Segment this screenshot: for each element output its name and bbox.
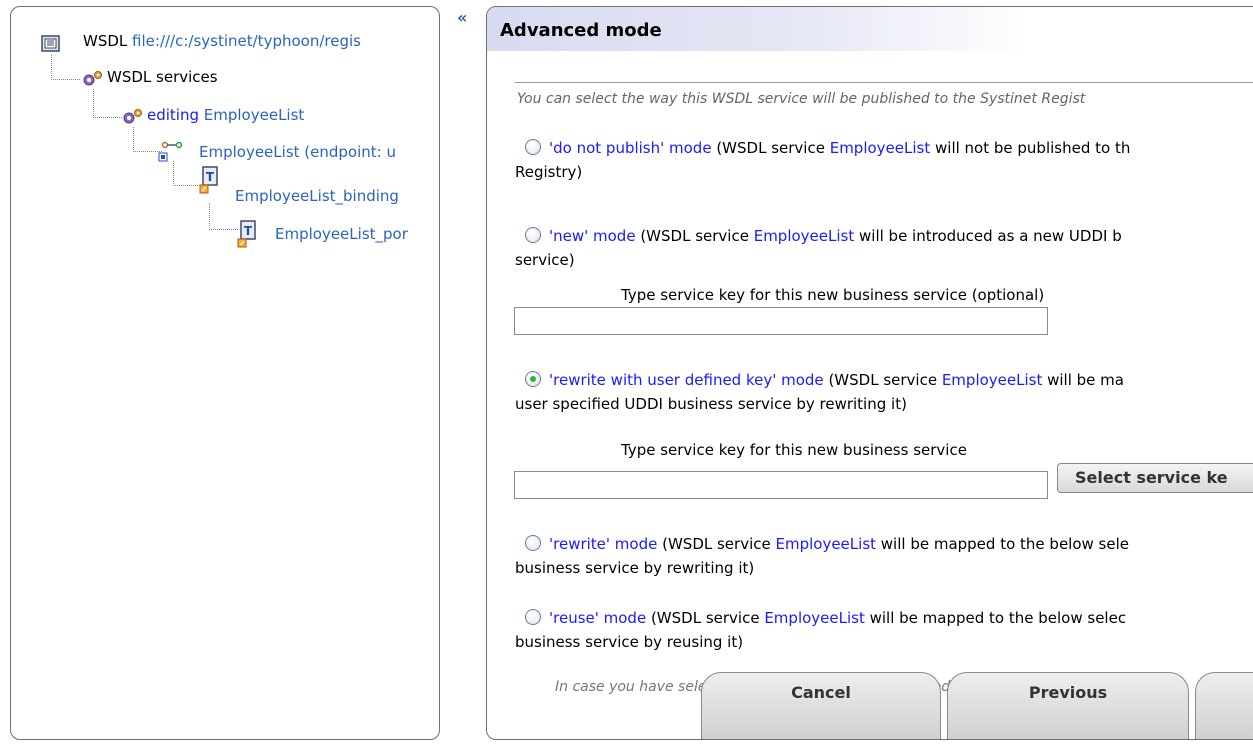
tree-port-label[interactable]: EmployeeList_por <box>275 225 408 243</box>
intro-text: You can select the way this WSDL service… <box>517 91 1086 107</box>
tree-editing-service[interactable]: editing EmployeeList <box>147 104 304 126</box>
option-text-line2: Registry) <box>515 163 583 181</box>
tree-connector <box>173 161 200 186</box>
mode-link[interactable]: 'rewrite with user defined key' mode <box>549 371 824 389</box>
service-name-link[interactable]: EmployeeList <box>776 535 877 553</box>
option-text: (WSDL service <box>646 609 765 627</box>
option-rewrite: 'rewrite' mode (WSDL service EmployeeLis… <box>515 532 1253 580</box>
tree-editing-prefix: editing <box>147 106 199 124</box>
binding-t-icon: T <box>199 165 219 199</box>
option-rewrite-user-key: 'rewrite with user defined key' mode (WS… <box>515 368 1253 416</box>
divider <box>515 82 1253 83</box>
port-t-icon: T <box>237 219 257 253</box>
tree-binding-label[interactable]: EmployeeList_binding <box>235 187 399 205</box>
tree-root-link[interactable]: file:///c:/systinet/typhoon/regis <box>132 32 361 50</box>
option-text: will be mapped to the below sele <box>876 535 1129 553</box>
option-new: 'new' mode (WSDL service EmployeeList wi… <box>515 224 1253 272</box>
new-key-label: Type service key for this new business s… <box>621 286 1045 304</box>
option-text: will be ma <box>1042 371 1124 389</box>
mode-link[interactable]: 'new' mode <box>549 227 636 245</box>
tree-connector <box>51 55 80 80</box>
service-gear-icon <box>121 107 143 129</box>
tree-services-label: WSDL services <box>107 68 218 86</box>
option-text: (WSDL service <box>711 139 830 157</box>
next-button[interactable] <box>1195 672 1253 739</box>
option-text-line2: business service by reusing it) <box>515 633 744 651</box>
tree-connector <box>209 203 238 230</box>
option-text: (WSDL service <box>635 227 754 245</box>
mode-link[interactable]: 'reuse' mode <box>549 609 646 627</box>
tree-endpoint[interactable]: EmployeeList (endpoint: u <box>199 141 396 163</box>
wsdl-document-icon <box>41 33 61 57</box>
tree-editing-name[interactable]: EmployeeList <box>204 106 305 124</box>
service-name-link[interactable]: EmployeeList <box>754 227 855 245</box>
tree-services[interactable]: WSDL services <box>107 66 218 88</box>
user-key-label: Type service key for this new business s… <box>621 441 967 459</box>
cancel-button[interactable]: Cancel <box>701 672 941 739</box>
service-name-link[interactable]: EmployeeList <box>764 609 865 627</box>
option-text: will not be published to th <box>930 139 1131 157</box>
option-text-line2: service) <box>515 251 575 269</box>
radio-new[interactable] <box>525 227 541 243</box>
service-name-link[interactable]: EmployeeList <box>942 371 1043 389</box>
tree-connector <box>93 89 122 118</box>
services-gear-icon <box>81 69 103 91</box>
option-text-line2: business service by rewriting it) <box>515 559 755 577</box>
panel-header: Advanced mode <box>487 7 1027 51</box>
previous-button[interactable]: Previous <box>947 672 1189 739</box>
tree-root[interactable]: WSDL file:///c:/systinet/typhoon/regis <box>83 30 361 52</box>
option-text: (WSDL service <box>657 535 776 553</box>
radio-rewrite[interactable] <box>525 535 541 551</box>
svg-text:T: T <box>206 170 215 184</box>
tree-panel: WSDL file:///c:/systinet/typhoon/regis W… <box>10 6 440 740</box>
panel-title: Advanced mode <box>500 20 662 41</box>
new-service-key-input[interactable] <box>514 307 1048 335</box>
mode-link[interactable]: 'do not publish' mode <box>549 139 712 157</box>
option-reuse: 'reuse' mode (WSDL service EmployeeList … <box>515 606 1253 654</box>
collapse-panel-icon[interactable]: « <box>457 8 467 27</box>
option-text: will be introduced as a new UDDI b <box>854 227 1122 245</box>
radio-rewrite-user-key[interactable] <box>525 371 541 387</box>
tree-binding[interactable]: EmployeeList_binding <box>235 185 399 207</box>
radio-do-not-publish[interactable] <box>525 139 541 155</box>
option-text: (WSDL service <box>823 371 942 389</box>
tree-port[interactable]: EmployeeList_por <box>275 223 408 245</box>
select-service-key-button[interactable]: Select service ke <box>1057 463 1253 493</box>
option-text: will be mapped to the below selec <box>864 609 1127 627</box>
mode-link[interactable]: 'rewrite' mode <box>549 535 657 553</box>
svg-text:T: T <box>244 224 253 238</box>
advanced-mode-panel: Advanced mode You can select the way thi… <box>486 6 1253 740</box>
option-do-not-publish: 'do not publish' mode (WSDL service Empl… <box>515 136 1253 184</box>
service-name-link[interactable]: EmployeeList <box>830 139 931 157</box>
option-text-line2: user specified UDDI business service by … <box>515 395 907 413</box>
tree-endpoint-label[interactable]: EmployeeList (endpoint: u <box>199 143 396 161</box>
tree-root-prefix: WSDL <box>83 32 128 50</box>
user-service-key-input[interactable] <box>514 471 1048 499</box>
radio-reuse[interactable] <box>525 609 541 625</box>
